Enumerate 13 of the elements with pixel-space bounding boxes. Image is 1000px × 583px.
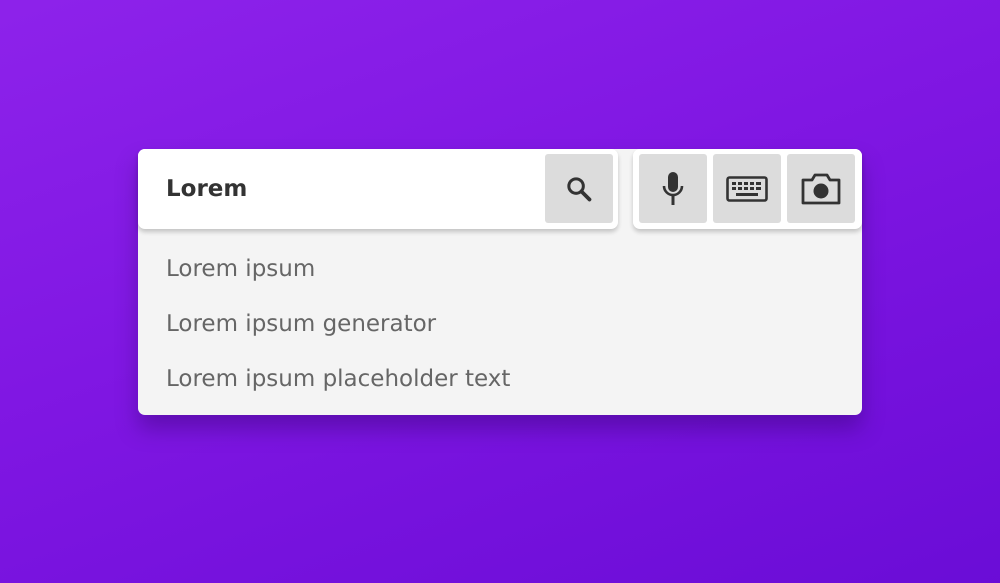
keyboard-icon [726, 176, 768, 202]
suggestion-item[interactable]: Lorem ipsum generator [166, 311, 436, 337]
search-icon [565, 174, 593, 202]
camera-icon [800, 172, 842, 204]
search-button[interactable] [545, 154, 613, 223]
search-input[interactable]: Lorem [143, 154, 545, 224]
keyboard-button[interactable] [713, 154, 781, 223]
suggestion-item[interactable]: Lorem ipsum placeholder text [166, 366, 510, 392]
microphone-button[interactable] [639, 154, 707, 223]
search-field[interactable]: Lorem [138, 149, 618, 229]
camera-button[interactable] [787, 154, 855, 223]
suggestion-item[interactable]: Lorem ipsum [166, 256, 316, 282]
microphone-icon [662, 170, 684, 206]
